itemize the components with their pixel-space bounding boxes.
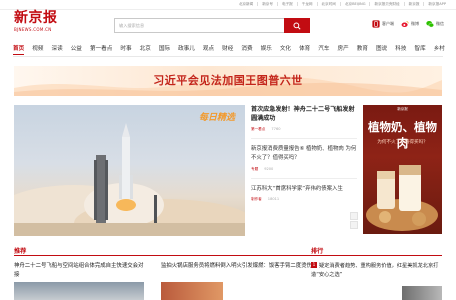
top-links: 北京新闻 新京号 电子报 千龙网 北京时间 北京BEIJING 新京报贝壳财经 … xyxy=(235,2,450,6)
rocket-launch-image xyxy=(14,123,245,236)
drink-cups-image xyxy=(366,165,438,231)
news-item-meta: 制作者 18011 xyxy=(251,197,357,202)
back-to-top-button[interactable] xyxy=(350,221,358,229)
nav-divider xyxy=(13,56,443,57)
wechat-icon xyxy=(426,20,434,28)
nav-item[interactable]: 北京 xyxy=(140,43,151,55)
poster-headline: 植物奶、植物肉 xyxy=(368,120,437,150)
top-link[interactable]: 北京新闻 xyxy=(235,2,259,6)
nav-item[interactable]: 视频 xyxy=(32,43,43,55)
nav-item[interactable]: 房产 xyxy=(338,43,349,55)
headline-banner[interactable]: 习近平会见法加国王图普六世 xyxy=(14,66,442,96)
wechat-link[interactable]: 微信 xyxy=(426,20,444,28)
recommend-item[interactable]: 神舟二十二号飞船与空间站组合体完成自主快速交会对接 xyxy=(14,262,144,280)
weibo-link-label: 微博 xyxy=(411,21,419,26)
search-bar: 输入搜索信息 xyxy=(114,18,310,33)
news-item-meta: 专题 9200 xyxy=(251,167,357,172)
nav-item[interactable]: 图说 xyxy=(376,43,387,55)
site-logo[interactable]: 新京报 BJNEWS.COM.CN xyxy=(14,10,66,35)
headline-source[interactable]: 第一看点 xyxy=(251,127,265,132)
rank-number: 1 xyxy=(311,262,317,268)
hero-tag: 每日精选 xyxy=(198,113,235,123)
recommend-thumbnail[interactable] xyxy=(161,282,223,300)
nav-item[interactable]: 第一看点 xyxy=(90,43,112,55)
news-item-title[interactable]: 新京报消费质量报告⑥ 植物奶、植物肉 为何不火了？值得买吗？ xyxy=(251,145,357,163)
top-link[interactable]: 新京报 xyxy=(405,2,425,6)
top-link[interactable]: 千龙网 xyxy=(298,2,318,6)
top-link[interactable]: 新京号 xyxy=(258,2,278,6)
hero-image[interactable]: 每日精选 xyxy=(14,105,245,236)
nav-item[interactable]: 观点 xyxy=(203,43,214,55)
top-link[interactable]: 新京报APP xyxy=(424,2,450,6)
promo-poster[interactable]: 新京报 植物奶、植物肉 为何不火了？值得买吗？ xyxy=(363,105,442,234)
page: 北京新闻 新京号 电子报 千龙网 北京时间 北京BEIJING 新京报贝壳财经 … xyxy=(0,0,456,300)
top-link[interactable]: 电子报 xyxy=(278,2,298,6)
top-link[interactable]: 北京时间 xyxy=(318,2,341,6)
recommend-section-rule xyxy=(14,255,356,256)
recommend-thumbnail[interactable] xyxy=(14,282,144,300)
app-link[interactable]: 客户端 xyxy=(372,20,394,28)
nav-item[interactable]: 公益 xyxy=(71,43,82,55)
nav-item[interactable]: 深读 xyxy=(51,43,62,55)
banner-headline: 习近平会见法加国王图普六世 xyxy=(153,74,303,87)
recommend-section-title: 推荐 xyxy=(14,248,27,255)
recommend-item[interactable]: 监拍火锅店服务员将燃料倒入明火引发爆燃：饭客手臂二度烫伤 xyxy=(161,262,321,271)
ranking-item[interactable]: 1 疑定消费者趋势、重构服务价值，红星美凯龙北京打造“安心之选” xyxy=(311,262,442,279)
news-item-source[interactable]: 专题 xyxy=(251,167,258,172)
nav-item[interactable]: 教育 xyxy=(357,43,368,55)
app-link-label: 客户端 xyxy=(382,21,394,26)
news-item-source[interactable]: 制作者 xyxy=(251,197,262,202)
nav-item[interactable]: 娱乐 xyxy=(261,43,272,55)
top-strip: 北京新闻 新京号 电子报 千龙网 北京时间 北京BEIJING 新京报贝壳财经 … xyxy=(0,0,456,10)
headline-item[interactable]: 首次应急发射！神舟二十二号飞船发射圆满成功 第一看点 7760 xyxy=(251,105,357,132)
nav-item[interactable]: 消费 xyxy=(241,43,252,55)
news-item[interactable]: 江苏科大“首席科学家”弃伟约债案入生 制作者 18011 xyxy=(251,185,357,203)
divider xyxy=(251,138,357,139)
nav-item[interactable]: 政事儿 xyxy=(178,43,195,55)
divider xyxy=(251,177,357,179)
nav-item[interactable]: 体育 xyxy=(299,43,310,55)
view-count: 18011 xyxy=(267,197,280,202)
nav-item[interactable]: 乡村 xyxy=(434,43,445,55)
weibo-link[interactable]: 微博 xyxy=(401,20,419,28)
top-link[interactable]: 北京BEIJING xyxy=(341,2,371,6)
ranking-thumbnail[interactable] xyxy=(402,286,442,300)
top-link[interactable]: 新京报贝壳财经 xyxy=(370,2,405,6)
phone-app-icon xyxy=(372,20,380,28)
weibo-icon xyxy=(401,21,409,28)
ranking-item-text[interactable]: 疑定消费者趋势、重构服务价值，红星美凯龙北京打造“安心之选” xyxy=(311,263,438,278)
nav-item[interactable]: 国际 xyxy=(159,43,170,55)
ranking-section-rule xyxy=(311,255,442,256)
nav-item[interactable]: 时事 xyxy=(120,43,131,55)
nav-item[interactable]: 文化 xyxy=(280,43,291,55)
headline-title[interactable]: 首次应急发射！神舟二十二号飞船发射圆满成功 xyxy=(251,105,357,123)
logo-sub-text: BJNEWS.COM.CN xyxy=(14,27,52,32)
nav-item-home[interactable]: 首页 xyxy=(13,43,25,55)
headline-meta: 第一看点 7760 xyxy=(251,127,357,132)
main-nav: 首页 视频 深读 公益 第一看点 时事 北京 国际 政事儿 观点 财经 消费 娱… xyxy=(13,43,445,55)
view-count: 9200 xyxy=(264,166,274,171)
top-news-list: 首次应急发射！神舟二十二号飞船发射圆满成功 第一看点 7760 新京报消费质量报… xyxy=(251,105,357,202)
logo-main-text: 新京报 xyxy=(14,10,58,26)
header-tools: 客户端 微博 微信 xyxy=(372,20,444,28)
nav-item[interactable]: 智库 xyxy=(414,43,425,55)
ranking-section-title: 排行 xyxy=(311,248,324,255)
search-input[interactable]: 输入搜索信息 xyxy=(114,18,284,33)
wechat-link-label: 微信 xyxy=(436,21,444,26)
share-button[interactable] xyxy=(350,212,358,220)
poster-brand: 新京报 xyxy=(397,107,408,111)
side-tools xyxy=(350,212,358,230)
search-button[interactable] xyxy=(284,18,310,33)
news-item[interactable]: 新京报消费质量报告⑥ 植物奶、植物肉 为何不火了？值得买吗？ 专题 9200 xyxy=(251,145,357,172)
news-item-title[interactable]: 江苏科大“首席科学家”弃伟约债案入生 xyxy=(251,185,357,194)
nav-item[interactable]: 汽车 xyxy=(318,43,329,55)
search-icon xyxy=(293,21,301,30)
poster-subtitle: 为何不火了？值得买吗？ xyxy=(377,140,428,145)
nav-item[interactable]: 财经 xyxy=(222,43,233,55)
nav-item[interactable]: 科技 xyxy=(395,43,406,55)
view-count: 7760 xyxy=(271,127,281,131)
